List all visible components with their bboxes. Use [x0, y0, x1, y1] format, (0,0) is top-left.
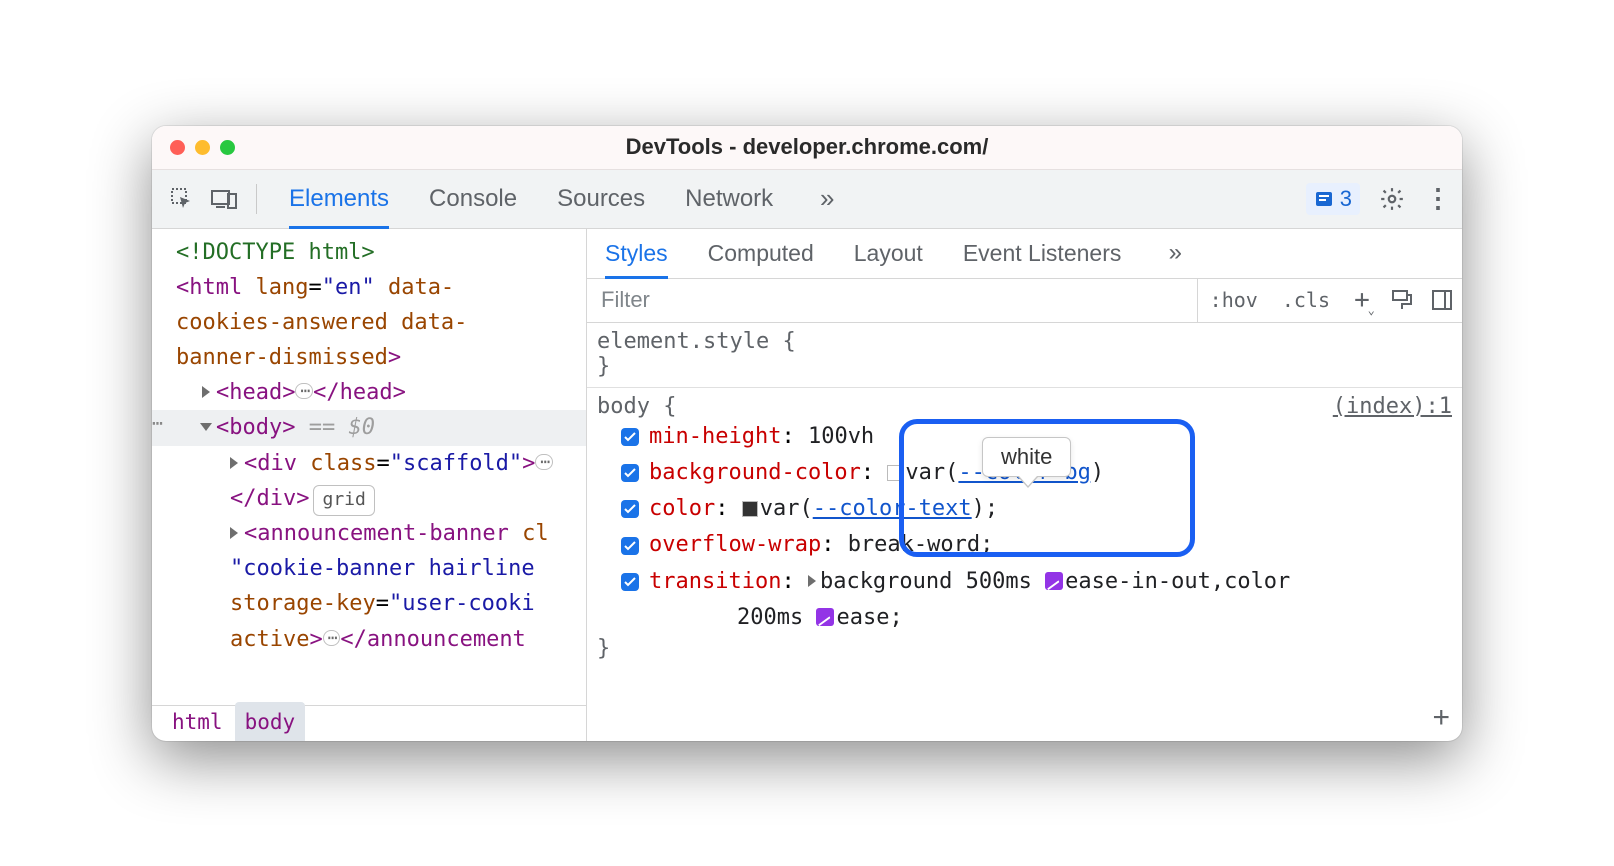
bezier-editor-icon[interactable]: [1045, 572, 1063, 590]
more-side-tabs-icon[interactable]: »: [1161, 239, 1189, 267]
bezier-editor-icon[interactable]: [816, 608, 834, 626]
close-window-button[interactable]: [170, 140, 185, 155]
checkbox-icon[interactable]: [621, 573, 639, 591]
dock-side-icon[interactable]: [1422, 279, 1462, 322]
styles-filter-input[interactable]: [587, 279, 1198, 322]
checkbox-icon[interactable]: [621, 500, 639, 518]
tab-styles[interactable]: Styles: [605, 229, 668, 278]
dom-doctype[interactable]: <!DOCTYPE html>: [152, 235, 586, 270]
tab-elements[interactable]: Elements: [289, 170, 389, 228]
source-link[interactable]: (index):1: [1333, 394, 1452, 419]
dom-html[interactable]: <html lang="en" data-: [152, 270, 586, 305]
element-style-rule[interactable]: element.style { }: [587, 323, 1462, 388]
css-var-color-text[interactable]: --color-text: [813, 496, 972, 521]
checkbox-icon[interactable]: [621, 428, 639, 446]
tab-layout[interactable]: Layout: [854, 229, 923, 278]
expand-shorthand-icon[interactable]: [808, 575, 816, 587]
selector-body[interactable]: body: [597, 394, 650, 419]
issues-chip[interactable]: 3: [1306, 183, 1360, 215]
dom-banner[interactable]: <announcement-banner cl: [152, 516, 586, 551]
minimize-window-button[interactable]: [195, 140, 210, 155]
dom-banner-2[interactable]: "cookie-banner hairline: [152, 551, 586, 586]
main-tabs: Elements Console Sources Network »: [289, 170, 1292, 228]
tab-computed[interactable]: Computed: [708, 229, 814, 278]
dom-head[interactable]: <head>⋯</head>: [152, 375, 586, 410]
title-bar: DevTools - developer.chrome.com/: [152, 126, 1462, 170]
styles-pane: Styles Computed Layout Event Listeners »…: [587, 229, 1462, 741]
main-toolbar: Elements Console Sources Network » 3 ⋮: [152, 170, 1462, 229]
hov-toggle[interactable]: :hov: [1198, 279, 1270, 322]
toolbar-right: 3 ⋮: [1306, 183, 1452, 215]
zoom-window-button[interactable]: [220, 140, 235, 155]
content: <!DOCTYPE html> <html lang="en" data- co…: [152, 229, 1462, 741]
dom-banner-3[interactable]: storage-key="user-cooki: [152, 586, 586, 621]
settings-icon[interactable]: [1378, 185, 1406, 213]
checkbox-icon[interactable]: [621, 537, 639, 555]
checkbox-icon[interactable]: [621, 464, 639, 482]
decl-overflow-wrap[interactable]: overflow-wrap: break-word;: [597, 527, 1452, 563]
breadcrumbs: html body: [152, 705, 586, 741]
tab-network[interactable]: Network: [685, 170, 773, 228]
dom-tree[interactable]: <!DOCTYPE html> <html lang="en" data- co…: [152, 229, 586, 705]
tab-event-listeners[interactable]: Event Listeners: [963, 229, 1122, 278]
issues-count: 3: [1340, 186, 1352, 212]
separator: [256, 184, 257, 214]
tab-sources[interactable]: Sources: [557, 170, 645, 228]
decl-transition[interactable]: transition: background 500ms ease-in-out…: [597, 564, 1452, 600]
dom-html-cont2[interactable]: banner-dismissed>: [152, 340, 586, 375]
crumb-html[interactable]: html: [162, 702, 233, 740]
color-swatch-icon[interactable]: [887, 465, 903, 481]
dom-banner-4[interactable]: active>⋯</announcement: [152, 622, 586, 657]
decl-color[interactable]: color: var(--color-text);: [597, 491, 1452, 527]
device-toolbar-icon[interactable]: [210, 185, 238, 213]
add-declaration-icon[interactable]: +: [1432, 701, 1450, 735]
more-tabs-icon[interactable]: »: [813, 185, 841, 213]
grid-badge[interactable]: grid: [313, 485, 374, 516]
new-style-rule-icon[interactable]: +⌄: [1342, 279, 1382, 322]
crumb-body[interactable]: body: [235, 702, 306, 740]
dom-html-cont[interactable]: cookies-answered data-: [152, 305, 586, 340]
selector-element-style[interactable]: element.style: [597, 329, 769, 354]
side-tabs: Styles Computed Layout Event Listeners »: [587, 229, 1462, 279]
dom-scaffold[interactable]: <div class="scaffold">⋯: [152, 446, 586, 481]
body-rule[interactable]: (index):1 body { min-height: 100vh backg…: [587, 388, 1462, 670]
traffic-lights: [170, 140, 235, 155]
dom-pane: <!DOCTYPE html> <html lang="en" data- co…: [152, 229, 587, 741]
styles-rules[interactable]: element.style { } (index):1 body { min-h…: [587, 323, 1462, 741]
dom-scaffold-close[interactable]: </div>grid: [152, 481, 586, 516]
styles-filter-row: :hov .cls +⌄: [587, 279, 1462, 323]
kebab-menu-icon[interactable]: ⋮: [1424, 185, 1452, 213]
inspect-element-icon[interactable]: [168, 185, 196, 213]
paint-icon[interactable]: [1382, 279, 1422, 322]
cls-toggle[interactable]: .cls: [1270, 279, 1342, 322]
tab-console[interactable]: Console: [429, 170, 517, 228]
dom-body-selected[interactable]: <body> == $0: [152, 410, 586, 445]
var-value-tooltip: white: [982, 437, 1071, 477]
decl-transition-line2[interactable]: 200ms ease;: [597, 600, 1452, 636]
window-title: DevTools - developer.chrome.com/: [152, 134, 1462, 160]
devtools-window: DevTools - developer.chrome.com/ Element…: [152, 126, 1462, 741]
color-swatch-icon[interactable]: [742, 501, 758, 517]
